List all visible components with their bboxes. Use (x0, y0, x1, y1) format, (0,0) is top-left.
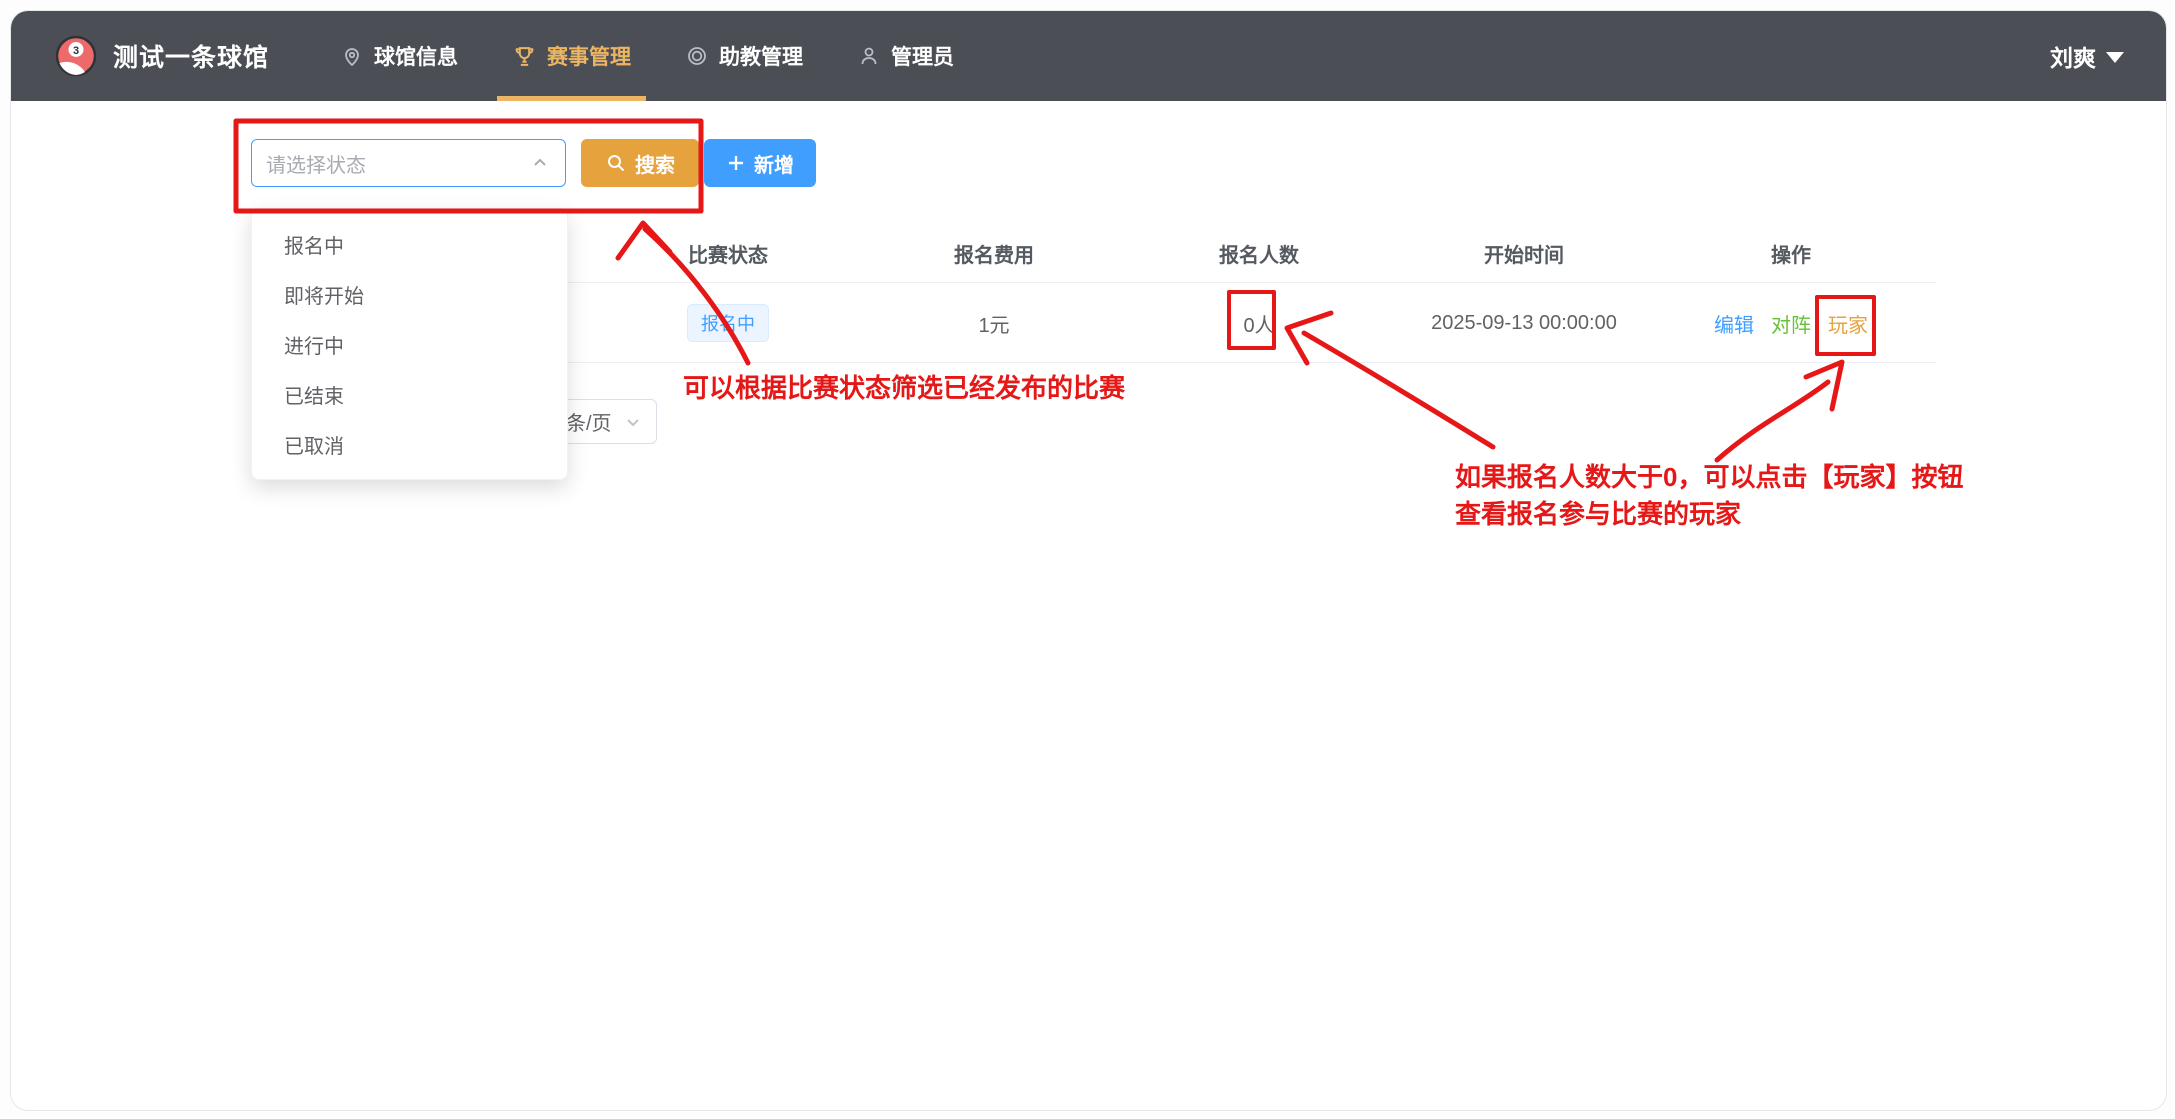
cell-start-time: 2025-09-13 00:00:00 (1404, 288, 1644, 358)
caret-down-icon (2106, 52, 2124, 63)
add-button-label: 新增 (754, 149, 794, 178)
app-window: 3 测试一条球馆 球馆信息 (0, 0, 2175, 1119)
matchup-link[interactable]: 对阵 (1771, 309, 1811, 338)
column-header-registrants: 报名人数 (1139, 225, 1379, 281)
search-button-label: 搜索 (635, 149, 675, 178)
dropdown-option-registering[interactable]: 报名中 (252, 219, 567, 269)
nav-item-coach-management[interactable]: 助教管理 (658, 11, 830, 101)
venue-title: 测试一条球馆 (113, 38, 269, 74)
annotation-arrow-3 (1717, 382, 1828, 460)
search-button[interactable]: 搜索 (581, 139, 699, 187)
chevron-up-icon (529, 152, 551, 174)
trophy-icon (512, 44, 537, 69)
nav-label: 助教管理 (719, 41, 803, 71)
logo-billiard-ball-icon: 3 (55, 35, 97, 77)
dropdown-option-ongoing[interactable]: 进行中 (252, 319, 567, 369)
nav-label: 赛事管理 (547, 41, 631, 71)
dropdown-option-ended[interactable]: 已结束 (252, 369, 567, 419)
column-header-status: 比赛状态 (608, 225, 848, 281)
nav-label: 球馆信息 (374, 41, 458, 71)
plus-icon (726, 153, 746, 173)
user-menu[interactable]: 刘爽 (2050, 39, 2124, 73)
brand: 3 测试一条球馆 (55, 35, 269, 77)
main-nav: 球馆信息 赛事管理 (313, 11, 981, 101)
column-header-fee: 报名费用 (874, 225, 1114, 281)
players-link[interactable]: 玩家 (1828, 309, 1868, 338)
annotation-note-2: 如果报名人数大于0，可以点击【玩家】按钮 查看报名参与比赛的玩家 (1455, 459, 1963, 533)
edit-link[interactable]: 编辑 (1714, 309, 1754, 338)
cell-match-status: 报名中 (608, 288, 848, 358)
add-button[interactable]: 新增 (704, 139, 816, 187)
nav-label: 管理员 (891, 41, 954, 71)
status-dropdown-panel: 报名中 即将开始 进行中 已结束 已取消 (251, 208, 568, 480)
nav-item-venue-info[interactable]: 球馆信息 (313, 11, 485, 101)
cell-fee: 1元 (874, 288, 1114, 358)
status-filter-select[interactable]: 请选择状态 (251, 139, 566, 187)
annotation-note-1: 可以根据比赛状态筛选已经发布的比赛 (683, 368, 1125, 405)
search-icon (605, 152, 627, 174)
page-size-label: 条/页 (566, 407, 612, 436)
status-badge: 报名中 (687, 304, 769, 342)
page-card: 3 测试一条球馆 球馆信息 (10, 10, 2167, 1111)
annotation-note-2-line2: 查看报名参与比赛的玩家 (1455, 496, 1963, 533)
dropdown-option-cancelled[interactable]: 已取消 (252, 419, 567, 469)
cell-actions: 编辑 对阵 玩家 (1671, 288, 1911, 358)
user-name: 刘爽 (2050, 39, 2096, 73)
column-header-start-time: 开始时间 (1404, 225, 1644, 281)
nav-item-admin[interactable]: 管理员 (830, 11, 981, 101)
location-pin-icon (340, 44, 364, 68)
select-placeholder: 请选择状态 (266, 149, 366, 178)
person-icon (857, 44, 881, 68)
top-navbar: 3 测试一条球馆 球馆信息 (11, 11, 2166, 101)
annotation-note-2-line1: 如果报名人数大于0，可以点击【玩家】按钮 (1455, 459, 1963, 496)
svg-text:3: 3 (73, 45, 79, 57)
column-header-actions: 操作 (1671, 225, 1911, 281)
coach-rings-icon (685, 44, 709, 68)
chevron-down-icon (622, 411, 644, 433)
nav-item-event-management[interactable]: 赛事管理 (485, 11, 658, 101)
cell-registrants: 0人 (1139, 288, 1379, 358)
annotation-arrow-3-head (1806, 362, 1842, 409)
dropdown-option-upcoming[interactable]: 即将开始 (252, 269, 567, 319)
